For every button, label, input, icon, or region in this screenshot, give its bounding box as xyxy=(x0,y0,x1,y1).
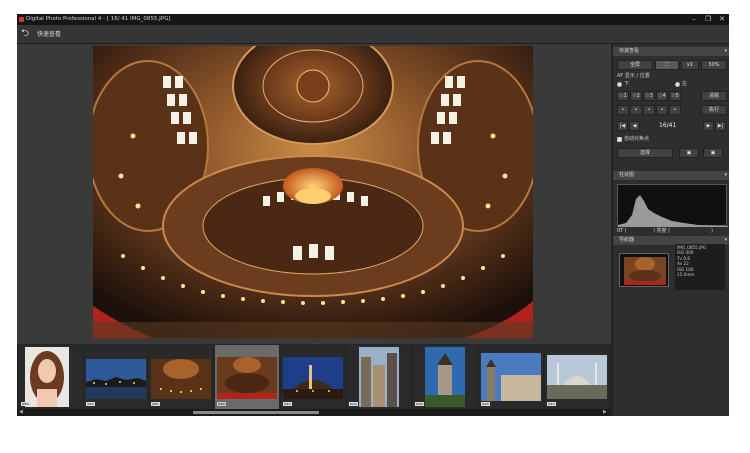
auto-select-checkbox[interactable] xyxy=(617,137,622,142)
file-type-badge: RAW xyxy=(349,402,358,406)
rating-1-button[interactable]: ☆1 xyxy=(617,91,629,101)
auto-select-label: 自动对焦点 xyxy=(624,136,650,142)
thumbnail-portrait xyxy=(25,347,69,407)
filmstrip-thumb[interactable]: RAW xyxy=(347,345,411,409)
navigator-title: 导航器 xyxy=(619,237,635,243)
file-type-badge: JPEG xyxy=(217,402,226,406)
display-radio-down-label: 下 xyxy=(624,81,630,87)
app-logo-icon xyxy=(19,17,24,22)
nav-last-button[interactable]: ▶| xyxy=(715,121,726,131)
image-icon[interactable]: ▣ xyxy=(703,148,723,158)
thumbnail-mosque-dome xyxy=(217,357,277,399)
minimize-button[interactable]: – xyxy=(687,14,701,25)
mark-1-button[interactable]: • xyxy=(617,105,629,115)
file-type-badge: JPEG xyxy=(151,402,160,406)
zoom-100-button[interactable]: x1 xyxy=(681,60,699,70)
zoom-select[interactable]: 50% xyxy=(701,60,727,70)
image-icon[interactable]: ▣ xyxy=(679,148,699,158)
rating-2-button[interactable]: ☆2 xyxy=(630,91,642,101)
clear-rating-button[interactable]: 清除 xyxy=(701,91,727,101)
image-counter: 16/41 xyxy=(659,122,677,129)
filmstrip-thumb-selected[interactable]: JPEG xyxy=(215,345,279,409)
filmstrip-splitter[interactable]: ⋯ xyxy=(17,341,611,345)
fit-to-window-button[interactable]: ⛶ xyxy=(655,60,679,70)
mark-4-button[interactable]: • xyxy=(656,105,668,115)
image-viewer xyxy=(17,44,611,341)
apply-button[interactable]: 执行 xyxy=(701,105,727,115)
image-info-box: IMG_0855.JPG ISO 400 Tv 0.6 Av 22 ISO 10… xyxy=(675,244,725,290)
rating-3-button[interactable]: ☆3 xyxy=(643,91,655,101)
nav-first-button[interactable]: |◀ xyxy=(617,121,628,131)
chevron-down-icon[interactable]: ▾ xyxy=(724,171,727,180)
histogram-luminance-label: ) 亮度 ( xyxy=(653,228,671,234)
thumbnail-galata-tower xyxy=(425,347,465,407)
scrollbar-thumb[interactable] xyxy=(193,411,319,414)
filmstrip-thumb[interactable]: JPEG xyxy=(281,345,345,409)
back-arrow-icon[interactable]: ⮌ xyxy=(19,28,31,40)
right-panel: 快速查看 ▾ 全屏 ⛶ x1 50% AF 显示 / 位置 下 左 ☆1 ☆2 … xyxy=(612,44,729,416)
window-title: Digital Photo Professional 4 - [ 16/ 41 … xyxy=(26,16,171,22)
file-type-badge: JPEG xyxy=(283,402,292,406)
histogram-chart xyxy=(617,184,728,227)
mark-3-button[interactable]: • xyxy=(643,105,655,115)
chevron-down-icon[interactable]: ▾ xyxy=(724,47,727,56)
display-radio-left[interactable] xyxy=(675,82,680,87)
thumbnail-istanbul-dusk xyxy=(86,359,146,399)
display-radio-down[interactable] xyxy=(617,82,622,87)
thumbnail-mosque-night xyxy=(283,357,343,399)
histogram-header[interactable]: 柱状图 ▾ xyxy=(613,171,729,180)
scroll-left-icon[interactable]: ◀ xyxy=(19,409,23,416)
mark-5-button[interactable]: • xyxy=(669,105,681,115)
dpp-window: Digital Photo Professional 4 - [ 16/ 41 … xyxy=(17,14,729,416)
grip-icon: ⋯ xyxy=(313,341,316,345)
view-mode-label[interactable]: 快速查看 xyxy=(37,25,61,44)
filmstrip-thumb[interactable]: RAW xyxy=(413,345,477,409)
title-bar: Digital Photo Professional 4 - [ 16/ 41 … xyxy=(17,14,729,25)
rating-4-button[interactable]: ☆4 xyxy=(656,91,668,101)
restore-button[interactable]: ❐ xyxy=(701,14,715,25)
filmstrip-thumb[interactable]: JPEG xyxy=(84,345,148,409)
filmstrip-thumb[interactable]: JPEG xyxy=(545,345,609,409)
file-type-badge: JPEG xyxy=(547,402,556,406)
close-button[interactable]: ✕ xyxy=(715,14,729,25)
navigator-thumbnail[interactable] xyxy=(619,253,669,287)
file-type-badge: RAW xyxy=(415,402,424,406)
info-line-6: 15.0mm xyxy=(677,272,695,278)
quick-check-title: 快速查看 xyxy=(619,48,640,54)
filmstrip-thumb[interactable]: RAW xyxy=(479,345,543,409)
file-type-badge: JPEG xyxy=(86,402,95,406)
mosque-dome-image xyxy=(93,46,533,338)
nav-next-button[interactable]: ▶ xyxy=(703,121,714,131)
filmstrip: ⋯ JPEG JPEG JPEG JPEG JPEG RAW RAW RAW J… xyxy=(17,341,611,416)
mark-2-button[interactable]: • xyxy=(630,105,642,115)
select-button[interactable]: 选择 xyxy=(617,148,673,158)
rating-5-button[interactable]: ☆5 xyxy=(669,91,681,101)
histogram-rgb-label: RT ( xyxy=(617,228,627,234)
thumbnail-city-street xyxy=(359,347,399,407)
fullscreen-button[interactable]: 全屏 xyxy=(617,60,653,70)
thumbnail-street-tower xyxy=(481,353,541,401)
filmstrip-scrollbar[interactable]: ◀ ▶ xyxy=(17,409,611,416)
file-type-badge: RAW xyxy=(481,402,490,406)
filmstrip-thumb[interactable]: JPEG xyxy=(149,345,213,409)
quick-check-header[interactable]: 快速查看 ▾ xyxy=(613,47,729,56)
main-photo[interactable] xyxy=(93,46,533,338)
display-radio-left-label: 左 xyxy=(682,81,688,87)
nav-prev-button[interactable]: ◀ xyxy=(629,121,640,131)
scroll-right-icon[interactable]: ▶ xyxy=(603,409,607,416)
toolbar: ⮌ 快速查看 xyxy=(17,25,729,44)
file-type-badge: JPEG xyxy=(21,402,30,406)
histogram-title: 柱状图 xyxy=(619,172,635,178)
histogram-close-label: ) xyxy=(711,228,713,234)
af-display-label: AF 显示 / 位置 xyxy=(617,73,650,79)
filmstrip-thumb[interactable]: JPEG xyxy=(19,345,83,409)
thumbnail-mosque-interior xyxy=(151,359,211,399)
thumbnail-mosque-exterior xyxy=(547,355,607,399)
